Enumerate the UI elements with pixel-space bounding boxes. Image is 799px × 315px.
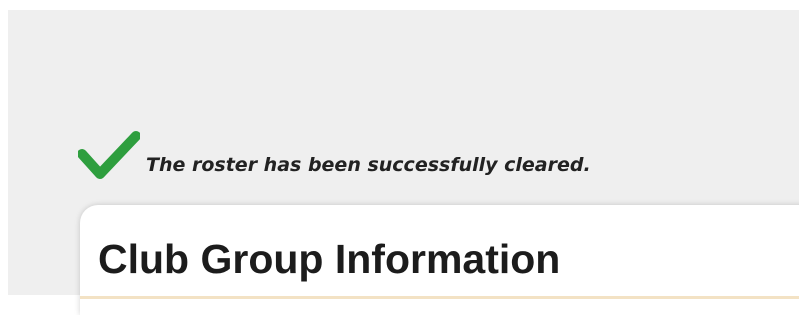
success-text: The roster has been successfully cleared… bbox=[146, 154, 591, 176]
card-title: Club Group Information bbox=[98, 236, 561, 282]
checkmark-icon bbox=[78, 131, 140, 179]
success-message: The roster has been successfully cleared… bbox=[78, 120, 591, 180]
club-group-card: Club Group Information bbox=[80, 205, 799, 315]
card-accent-divider bbox=[80, 296, 799, 299]
